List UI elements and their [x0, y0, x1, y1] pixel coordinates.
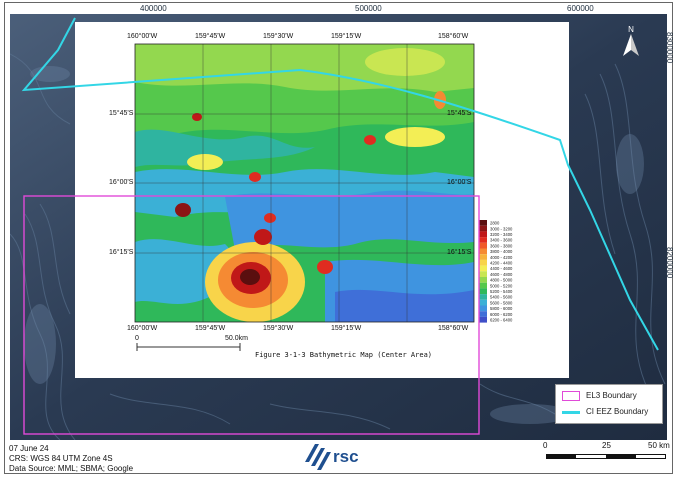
depth-label: 5200 - 5400 [490, 289, 513, 294]
lon-top-5: 158°60'W [438, 33, 469, 40]
depth-swatch [479, 242, 487, 249]
depth-label: 3400 - 3600 [490, 238, 513, 243]
depth-swatch [479, 288, 487, 295]
depth-label: 4000 - 4200 [490, 255, 513, 260]
depth-color-scale: 28003000 - 32003200 - 34003400 - 3600360… [479, 220, 513, 323]
scale-label-0: 0 [543, 441, 548, 450]
el3-legend-label: EL3 Boundary [586, 391, 637, 400]
scale-label-25: 25 [602, 441, 611, 450]
depth-label: 3800 - 4000 [490, 249, 513, 254]
depth-label: 2800 [490, 221, 500, 226]
lat-left-3: 16°15'S [109, 249, 134, 256]
eez-legend-swatch [562, 411, 580, 414]
depth-label: 3200 - 3400 [490, 232, 513, 237]
lat-right-3: 16°15'S [447, 249, 472, 256]
depth-swatch [479, 237, 487, 243]
depth-label: 5600 - 5800 [490, 300, 513, 305]
depth-label: 3600 - 3800 [490, 243, 513, 248]
depth-swatch [479, 277, 487, 283]
footer-crs: CRS: WGS 84 UTM Zone 4S [9, 454, 113, 463]
inner-scale-start: 0 [135, 335, 139, 342]
lon-bottom-5: 158°60'W [438, 325, 469, 332]
figure-caption: Figure 3-1-3 Bathymetric Map (Center Are… [255, 351, 433, 359]
depth-swatch [479, 220, 487, 226]
depth-label: 6000 - 6200 [490, 312, 513, 317]
depth-label: 4200 - 4400 [490, 261, 513, 266]
lon-bottom-2: 159°45'W [195, 325, 226, 332]
depth-swatch [479, 265, 487, 272]
lon-bottom-1: 160°00'W [127, 325, 158, 332]
grid-label-right-1: 8300000 [665, 32, 674, 64]
depth-label: 4600 - 4800 [490, 272, 513, 277]
grid-label-top-2: 500000 [355, 4, 382, 13]
footer-date: 07 June 24 [9, 444, 49, 453]
depth-swatch [479, 231, 487, 238]
depth-swatch [479, 282, 487, 289]
lat-right-1: 15°45'S [447, 110, 472, 117]
depth-swatch [479, 299, 487, 306]
grid-label-top-1: 400000 [140, 4, 167, 13]
depth-swatch [479, 305, 487, 312]
depth-label: 5000 - 5200 [490, 283, 513, 288]
depth-swatch [479, 294, 487, 300]
depth-label: 5400 - 5600 [490, 295, 513, 300]
lon-top-4: 159°15'W [331, 33, 362, 40]
depth-swatch [479, 254, 487, 260]
lon-bottom-3: 159°30'W [263, 325, 294, 332]
depth-label: 5800 - 6000 [490, 306, 513, 311]
depth-label: 6200 - 6400 [490, 318, 513, 323]
depth-swatch [479, 248, 487, 255]
scale-label-50: 50 km [648, 441, 670, 450]
depth-swatch [479, 316, 487, 323]
map-legend: EL3 Boundary CI EEZ Boundary [555, 384, 663, 424]
el3-legend-swatch [562, 391, 580, 401]
lon-top-3: 159°30'W [263, 33, 294, 40]
depth-swatch [479, 271, 487, 277]
depth-swatch [479, 225, 487, 232]
lat-right-2: 16°00'S [447, 179, 472, 186]
north-arrow-icon: N [623, 25, 639, 56]
rsc-logo-icon [305, 444, 331, 470]
depth-swatch [479, 259, 487, 266]
lon-top-1: 160°00'W [127, 33, 158, 40]
grid-label-right-2: 8200000 [665, 247, 674, 279]
rsc-logo: rsc [303, 440, 373, 477]
depth-swatch [479, 311, 487, 317]
grid-label-top-3: 600000 [567, 4, 594, 13]
depth-label: 3000 - 3200 [490, 226, 513, 231]
bathymetric-figure: 2800 3000 - 3200 3200 - 3400 3400 - 3600 360… [75, 22, 569, 378]
lat-left-2: 16°00'S [109, 179, 134, 186]
lat-left-1: 15°45'S [109, 110, 134, 117]
eez-legend-label: CI EEZ Boundary [586, 407, 649, 416]
svg-text:N: N [628, 25, 634, 34]
depth-label: 4800 - 5000 [490, 278, 513, 283]
lon-bottom-4: 159°15'W [331, 325, 362, 332]
lon-top-2: 159°45'W [195, 33, 226, 40]
depth-label: 4400 - 4600 [490, 266, 513, 271]
footer-source: Data Source: MML; SBMA; Google [9, 464, 134, 473]
inner-scale-end: 50.0km [225, 335, 248, 342]
svg-text:rsc: rsc [333, 447, 359, 466]
